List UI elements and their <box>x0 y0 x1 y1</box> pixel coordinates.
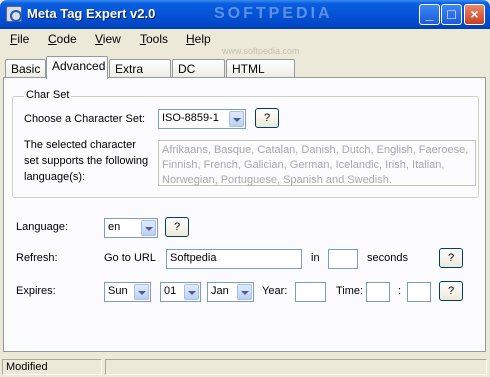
time-separator: : <box>398 285 402 297</box>
chevron-down-icon[interactable] <box>141 220 156 236</box>
status-text: Modified <box>2 359 102 375</box>
tab-dc-tags[interactable]: DC Tags <box>172 59 225 90</box>
charset-description: The selected character set supports the … <box>24 139 149 183</box>
expires-day-select[interactable]: Sun <box>104 282 151 302</box>
language-select-value: en <box>108 221 121 233</box>
menu-view[interactable]: View <box>95 32 121 46</box>
menu-file[interactable]: File <box>10 32 29 46</box>
expires-day-value: Sun <box>108 285 128 297</box>
charset-group-title: Char Set <box>24 89 72 101</box>
expires-help-button[interactable]: ? <box>439 281 463 301</box>
watermark-url: www.softpedia.com <box>222 46 300 56</box>
chevron-down-icon[interactable] <box>229 111 244 127</box>
seconds-label: seconds <box>367 252 408 264</box>
tab-html-code[interactable]: HTML Code <box>226 59 295 90</box>
title-bar[interactable]: Meta Tag Expert v2.0 SOFTPEDIA _ □ × <box>0 0 490 29</box>
language-label: Language: <box>16 221 68 233</box>
expires-hour-input[interactable] <box>366 282 390 302</box>
expires-month-select[interactable]: Jan <box>207 282 254 302</box>
year-label: Year: <box>262 285 288 297</box>
time-label: Time: <box>336 285 364 297</box>
tab-basic[interactable]: Basic <box>5 59 46 78</box>
tab-advanced[interactable]: Advanced <box>46 56 108 79</box>
chevron-down-icon[interactable] <box>237 284 252 300</box>
refresh-label: Refresh: <box>16 252 58 264</box>
tab-strip: Basic Advanced Extra Tags DC Tags HTML C… <box>0 56 490 90</box>
refresh-in-label: in <box>311 252 320 264</box>
status-bar: Modified <box>0 356 490 377</box>
tab-extra-tags[interactable]: Extra Tags <box>109 59 171 90</box>
menu-tools[interactable]: Tools <box>140 32 168 46</box>
refresh-seconds-input[interactable] <box>328 249 358 269</box>
menu-code[interactable]: Code <box>48 32 77 46</box>
charset-label: Choose a Character Set: <box>24 113 146 125</box>
maximize-button[interactable]: □ <box>441 4 462 25</box>
expires-date-select[interactable]: 01 <box>160 282 201 302</box>
app-icon <box>6 6 22 22</box>
refresh-help-button[interactable]: ? <box>439 248 463 268</box>
language-select[interactable]: en <box>104 218 158 238</box>
refresh-url-input[interactable]: Softpedia <box>166 249 302 269</box>
charset-select-value: ISO-8859-1 <box>162 112 219 124</box>
charset-languages-box: Afrikaans, Basque, Catalan, Danish, Dutc… <box>158 140 476 186</box>
minimize-button[interactable]: _ <box>419 4 440 25</box>
main-window: Meta Tag Expert v2.0 SOFTPEDIA _ □ × Fil… <box>0 0 490 377</box>
chevron-down-icon[interactable] <box>184 284 199 300</box>
close-button[interactable]: × <box>464 4 485 25</box>
status-pane-secondary <box>105 359 487 375</box>
expires-month-value: Jan <box>211 285 229 297</box>
expires-label: Expires: <box>16 285 56 297</box>
charset-help-button[interactable]: ? <box>255 108 279 128</box>
goto-url-label: Go to URL <box>104 252 156 264</box>
chevron-down-icon[interactable] <box>134 284 149 300</box>
expires-date-value: 01 <box>164 285 177 297</box>
expires-minute-input[interactable] <box>407 282 431 302</box>
charset-select[interactable]: ISO-8859-1 <box>158 109 246 129</box>
window-title: Meta Tag Expert v2.0 <box>27 6 156 21</box>
language-help-button[interactable]: ? <box>165 217 189 237</box>
menu-help[interactable]: Help <box>186 32 211 46</box>
expires-year-input[interactable] <box>295 282 326 302</box>
watermark: SOFTPEDIA <box>214 5 333 22</box>
